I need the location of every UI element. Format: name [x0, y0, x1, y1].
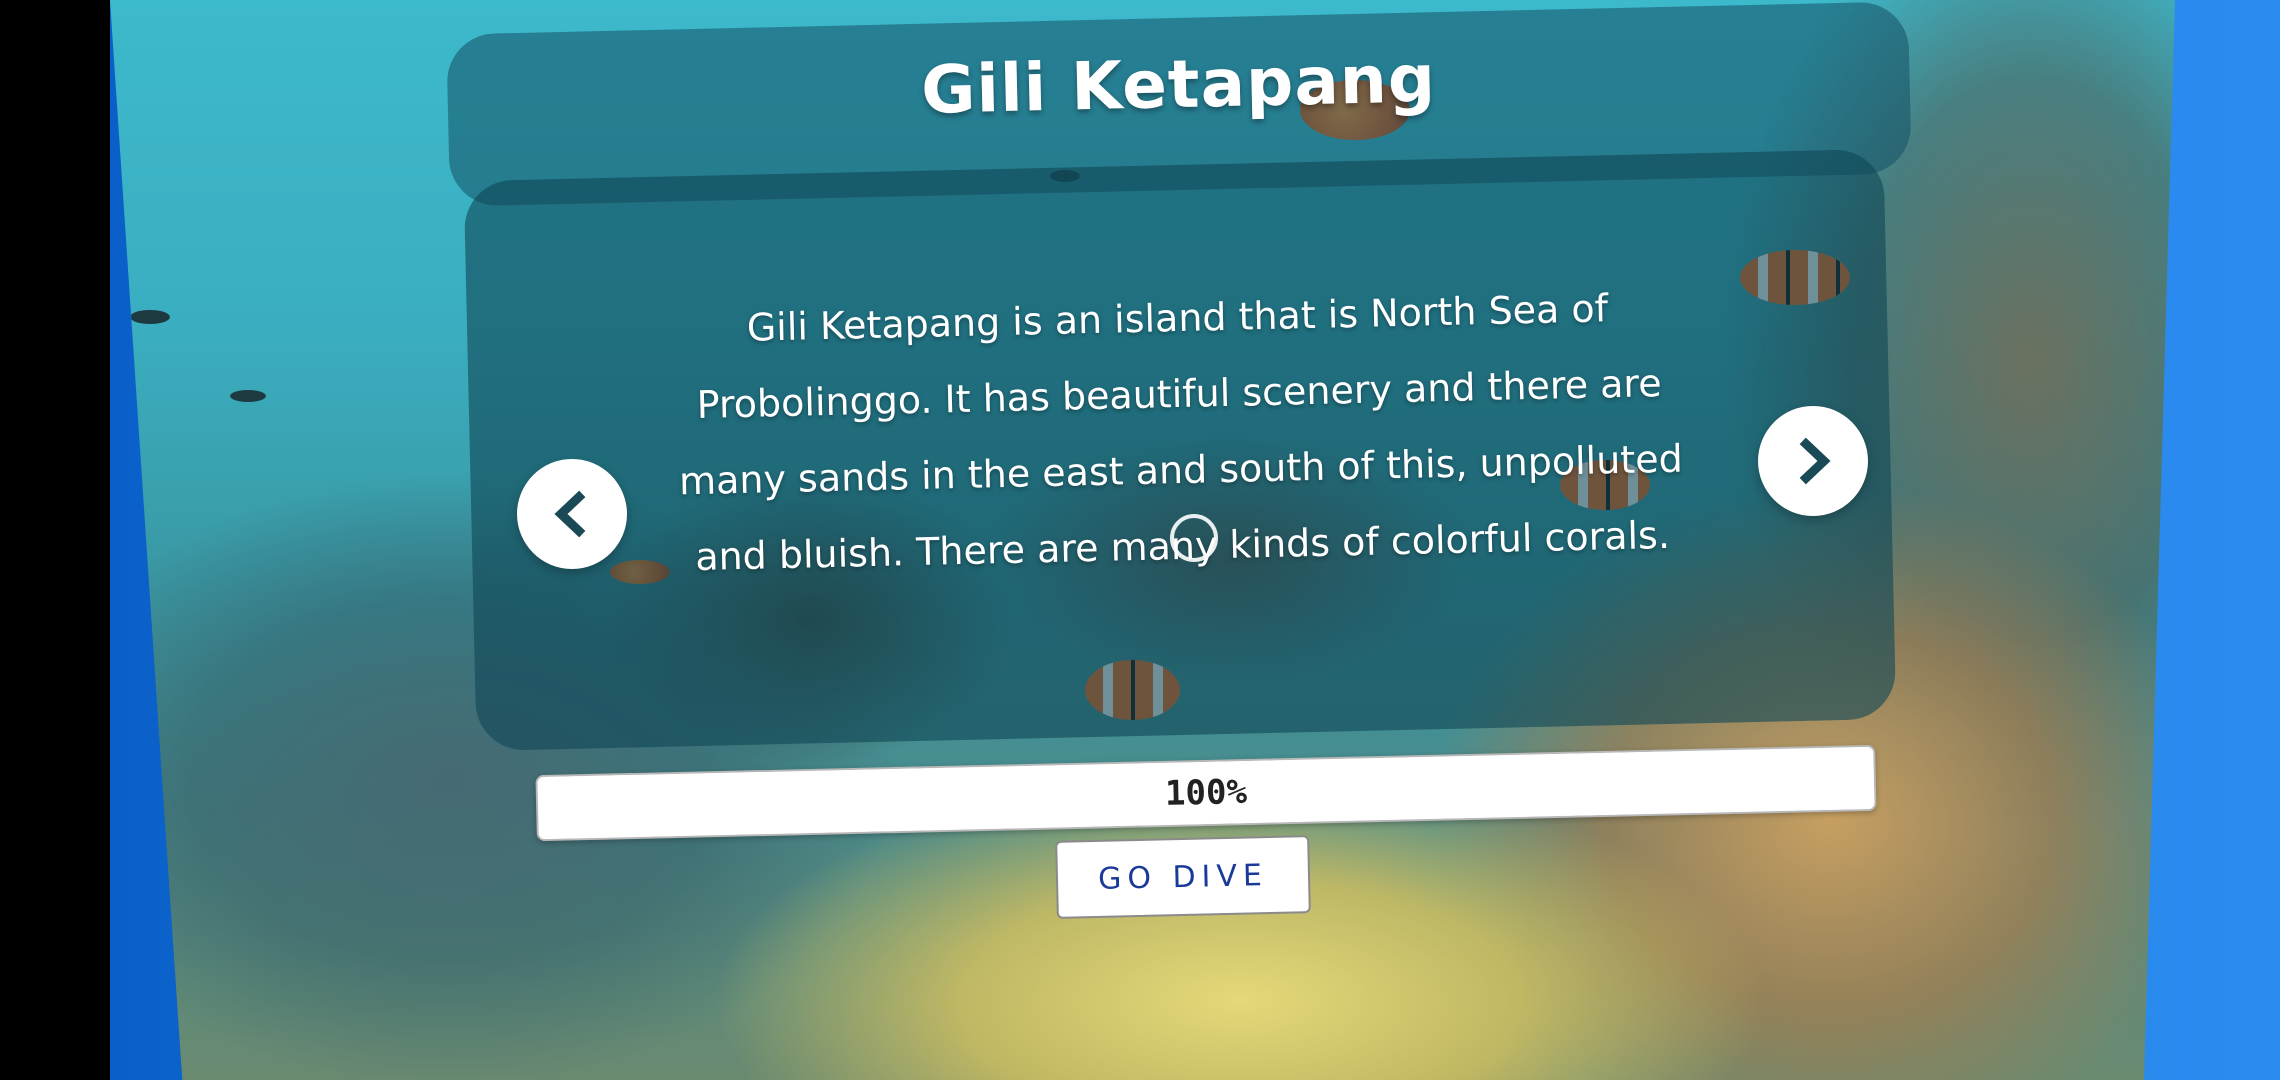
- fish-decoration: [130, 310, 170, 324]
- progress-label: 100%: [1164, 772, 1248, 814]
- previous-button[interactable]: [517, 459, 627, 569]
- page-title: Gili Ketapang: [920, 39, 1437, 129]
- go-dive-button[interactable]: GO DIVE: [1055, 835, 1311, 919]
- screen-edge-left: [0, 0, 110, 1080]
- chevron-right-icon: [1799, 437, 1831, 485]
- touch-indicator: [1170, 514, 1218, 562]
- next-button[interactable]: [1758, 406, 1868, 516]
- fish-decoration: [230, 390, 266, 402]
- chevron-left-icon: [554, 490, 586, 538]
